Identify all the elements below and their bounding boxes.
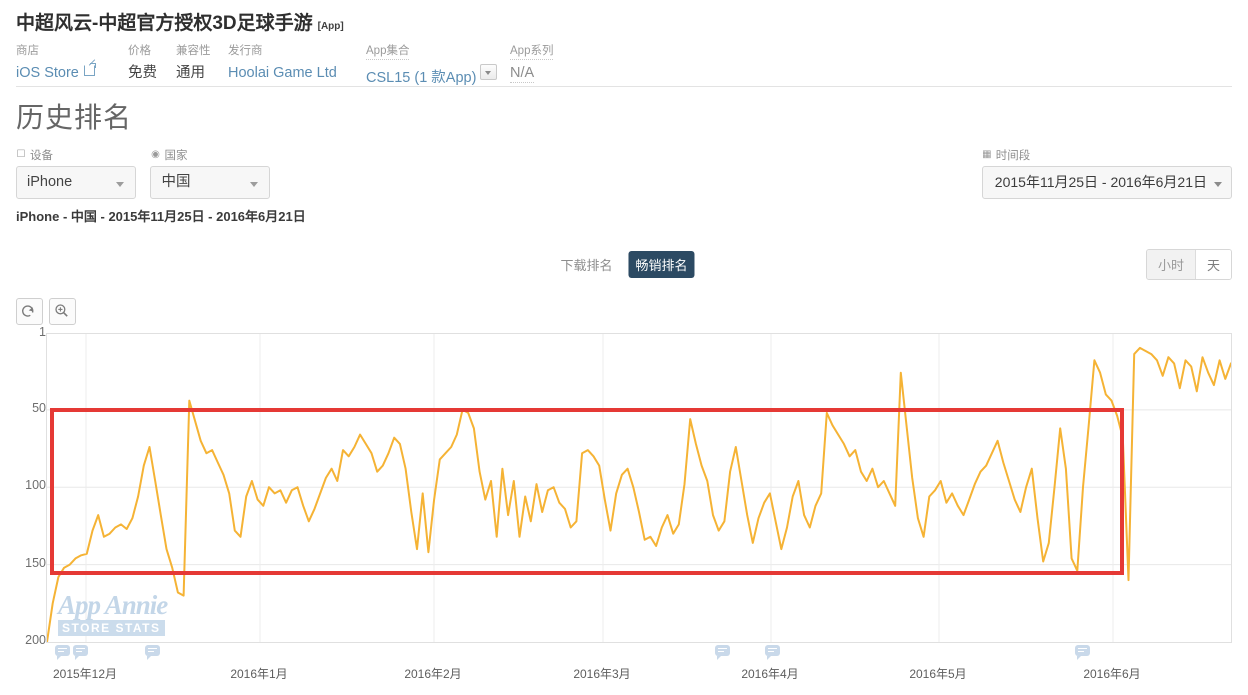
- x-axis-tick: 2016年2月: [404, 667, 462, 681]
- x-axis-tick: 2016年3月: [573, 667, 631, 681]
- meta-compatibility: 兼容性 通用: [176, 44, 228, 83]
- y-axis-tick: 200: [25, 633, 46, 647]
- y-axis-tick: 150: [25, 555, 46, 570]
- meta-label-app-collection: App集合: [366, 44, 410, 60]
- app-type-badge: [App]: [317, 21, 344, 32]
- chevron-down-icon: [1214, 182, 1222, 187]
- y-axis-tick: 100: [25, 478, 46, 493]
- country-select-value: 中国: [161, 174, 191, 190]
- header-divider: [16, 86, 1232, 87]
- date-range-label: ▦ 时间段: [982, 148, 1232, 163]
- rank-history-chart[interactable]: 1 50 100 150 200 2015年12月 2016年1月 2016年2月 2016年…: [0, 325, 1248, 695]
- chevron-down-icon[interactable]: [480, 64, 498, 80]
- x-axis-tick: 2015年12月: [52, 667, 118, 681]
- x-axis-tick: 2016年4月: [741, 667, 799, 681]
- meta-value-app-series: N/A: [510, 65, 535, 83]
- chart-toolbar: [16, 298, 76, 325]
- meta-label-app-series: App系列: [510, 44, 554, 60]
- device-filter-label: ☐ 设备: [16, 148, 136, 163]
- annotation-marker-icon[interactable]: [715, 645, 730, 660]
- chart-svg: [46, 334, 1232, 643]
- granularity-toggle: 小时 天: [1145, 249, 1232, 280]
- meta-value-store: iOS Store: [16, 63, 128, 83]
- country-filter-group: ◉ 国家 中国: [150, 148, 271, 199]
- meta-label-store: 商店: [16, 45, 39, 57]
- meta-value-compatibility: 通用: [176, 65, 205, 81]
- page-root: 中超风云-中超官方授权3D足球手游 [App] 商店 iOS Store 价格 …: [0, 0, 1248, 695]
- meta-store: 商店 iOS Store: [16, 44, 128, 83]
- filter-bar: ☐ 设备 iPhone ◉ 国家 中国: [16, 148, 280, 199]
- x-axis-tick: 2016年1月: [230, 667, 288, 681]
- annotation-marker-icon[interactable]: [765, 645, 780, 660]
- meta-label-price: 价格: [128, 45, 151, 57]
- external-link-icon[interactable]: [83, 63, 96, 76]
- app-meta-row: 商店 iOS Store 价格 免费 兼容性 通用 发行商 Hoolai Gam…: [16, 44, 1232, 90]
- device-filter-group: ☐ 设备 iPhone: [16, 148, 136, 199]
- granularity-day[interactable]: 天: [1194, 250, 1231, 279]
- granularity-hour[interactable]: 小时: [1146, 250, 1195, 279]
- meta-value-app-collection: CSL15 (1 款App): [366, 64, 510, 88]
- publisher-link[interactable]: Hoolai Game Ltd: [228, 63, 366, 83]
- meta-app-series: App系列 N/A: [510, 44, 554, 83]
- date-range-group: ▦ 时间段 2015年11月25日 - 2016年6月21日: [981, 148, 1232, 199]
- meta-publisher: 发行商 Hoolai Game Ltd: [228, 44, 366, 83]
- magnifier-plus-icon: [55, 304, 68, 317]
- meta-label-compatibility: 兼容性: [176, 45, 211, 57]
- date-range-value: 2015年11月25日 - 2016年6月21日: [994, 174, 1207, 190]
- chart-plot-area[interactable]: [46, 333, 1232, 643]
- meta-label-publisher: 发行商: [228, 45, 263, 57]
- annotation-marker-icon[interactable]: [145, 645, 160, 660]
- breadcrumb: iPhone - 中国 - 2015年11月25日 - 2016年6月21日: [16, 209, 306, 224]
- device-icon: ☐: [16, 149, 26, 160]
- globe-icon: ◉: [151, 149, 160, 160]
- date-range-label-text: 时间段: [995, 150, 1031, 162]
- annotation-marker-icon[interactable]: [73, 645, 88, 660]
- device-select[interactable]: iPhone: [16, 166, 136, 199]
- y-axis-tick: 1: [39, 325, 46, 339]
- country-label-text: 国家: [164, 150, 188, 162]
- calendar-icon: ▦: [982, 149, 992, 160]
- tab-download-rank[interactable]: 下载排名: [553, 251, 619, 278]
- zoom-in-button[interactable]: [49, 298, 76, 325]
- y-axis-tick: 50: [32, 400, 46, 415]
- chevron-down-icon: [250, 182, 259, 187]
- rank-type-toggle: 下载排名 畅销排名: [553, 251, 695, 278]
- annotation-marker-icon[interactable]: [1075, 645, 1090, 660]
- meta-value-price: 免费: [128, 65, 157, 81]
- device-select-value: iPhone: [27, 174, 73, 190]
- app-title-row: 中超风云-中超官方授权3D足球手游 [App]: [16, 8, 1232, 35]
- reset-zoom-button[interactable]: [16, 298, 43, 325]
- undo-icon: [22, 305, 34, 317]
- store-link[interactable]: iOS Store: [16, 65, 79, 81]
- app-header: 中超风云-中超官方授权3D足球手游 [App] 商店 iOS Store 价格 …: [0, 0, 1248, 90]
- meta-price: 价格 免费: [128, 44, 176, 83]
- country-filter-label: ◉ 国家: [150, 148, 270, 163]
- app-collection-link[interactable]: CSL15 (1 款App): [366, 70, 476, 86]
- meta-app-collection: App集合 CSL15 (1 款App): [366, 44, 510, 88]
- chevron-down-icon: [116, 182, 124, 187]
- date-range-select[interactable]: 2015年11月25日 - 2016年6月21日: [981, 166, 1232, 199]
- x-axis-tick: 2016年6月: [1083, 667, 1141, 681]
- x-axis-tick: 2016年5月: [909, 667, 967, 681]
- country-select[interactable]: 中国: [150, 166, 271, 199]
- tab-grossing-rank[interactable]: 畅销排名: [628, 251, 695, 278]
- annotation-marker-icon[interactable]: [55, 645, 70, 660]
- page-title: 中超风云-中超官方授权3D足球手游: [16, 13, 313, 34]
- section-title: 历史排名: [16, 102, 133, 133]
- device-label-text: 设备: [30, 150, 53, 162]
